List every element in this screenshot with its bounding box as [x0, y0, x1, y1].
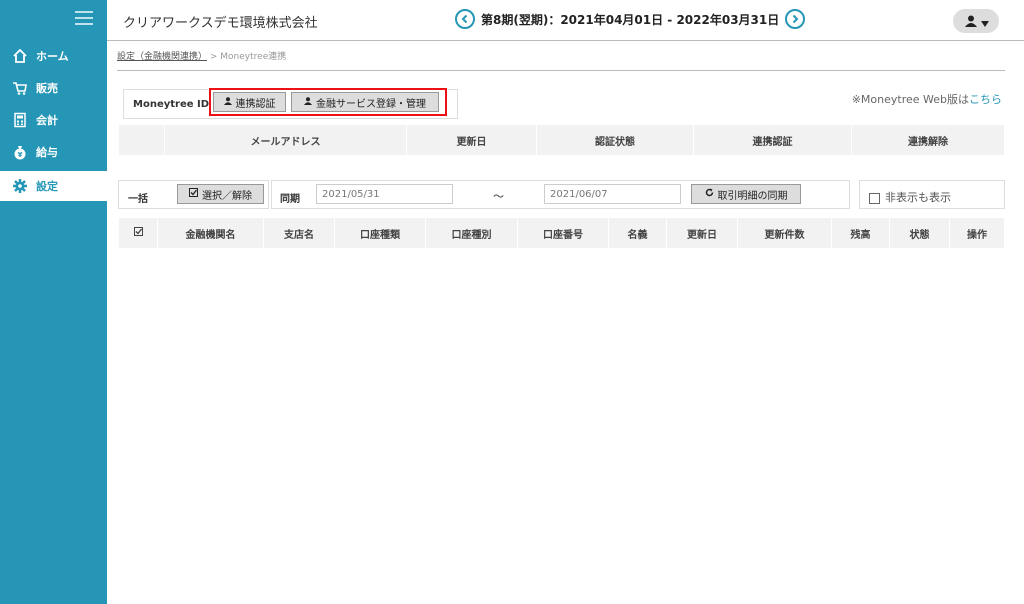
sync-transactions-button[interactable]: 取引明細の同期 [691, 184, 801, 204]
date-from-input[interactable]: 2021/05/31 [316, 184, 453, 204]
gear-icon [12, 178, 28, 194]
svg-text:¥: ¥ [18, 151, 23, 159]
breadcrumb-current: Moneytree連携 [220, 52, 287, 62]
account-table: メールアドレス 更新日 認証状態 連携認証 連携解除 [118, 124, 1005, 156]
moneytree-id-label: Moneytree ID [133, 99, 210, 110]
column-header: 口座種類 [334, 217, 426, 249]
column-header: 残高 [831, 217, 890, 249]
previous-period-icon[interactable] [455, 9, 475, 29]
column-header: 名義 [608, 217, 667, 249]
column-header: 操作 [949, 217, 1005, 249]
hamburger-menu-icon[interactable] [75, 11, 93, 25]
sidebar-item-label: 会計 [36, 114, 58, 127]
chevron-down-icon [980, 12, 989, 31]
column-header: 口座番号 [517, 217, 609, 249]
column-header: 更新日 [666, 217, 738, 249]
user-icon [223, 96, 232, 108]
user-icon [964, 12, 978, 31]
user-icon [304, 96, 312, 108]
column-header [118, 124, 165, 156]
link-auth-label: 連携認証 [235, 98, 276, 110]
column-header: 更新件数 [737, 217, 832, 249]
sidebar-item-label: 販売 [36, 82, 58, 95]
sidebar-item-home[interactable]: ホーム [0, 41, 107, 71]
bulk-label: 一括 [128, 194, 148, 205]
column-header: 更新日 [406, 124, 537, 156]
top-bar: クリアワークスデモ環境株式会社 第8期(翌期)：2021年04月01日 - 20… [107, 0, 1024, 41]
column-header: 認証状態 [536, 124, 694, 156]
fiscal-period-nav: 第8期(翌期)：2021年04月01日 - 2022年03月31日 [455, 9, 806, 29]
moneytree-web-note: ※Moneytree Web版はこちら [852, 91, 1002, 107]
breadcrumb-separator: > [207, 52, 221, 62]
next-period-icon[interactable] [785, 9, 806, 29]
column-header: 金融機関名 [157, 217, 264, 249]
column-header: 状態 [889, 217, 950, 249]
sidebar-item-label: 設定 [36, 180, 58, 193]
breadcrumb: 設定（金融機関連携） > Moneytree連携 [117, 49, 286, 62]
show-hidden-checkbox[interactable]: 非表示も表示 [869, 189, 951, 205]
web-note-text: ※Moneytree Web版は [851, 93, 969, 106]
checkbox-icon[interactable] [869, 192, 880, 204]
checkbox-icon [189, 188, 198, 200]
calculator-icon [12, 112, 28, 128]
column-header: メールアドレス [164, 124, 407, 156]
financial-service-manage-label: 金融サービス登録・管理 [316, 98, 426, 110]
show-hidden-cell[interactable]: 非表示も表示 [859, 180, 1005, 209]
select-all-checkbox[interactable] [118, 217, 158, 249]
select-toggle-label: 選択／解除 [202, 190, 252, 202]
cart-icon [12, 80, 28, 96]
moneytree-web-link[interactable]: こちら [969, 93, 1002, 106]
refresh-icon [705, 188, 714, 200]
select-toggle-button[interactable]: 選択／解除 [177, 184, 264, 204]
sync-transactions-label: 取引明細の同期 [717, 190, 788, 202]
divider [117, 70, 1005, 71]
sync-label: 同期 [280, 194, 300, 205]
home-icon [12, 48, 28, 64]
fiscal-period-label: 第8期(翌期)：2021年04月01日 - 2022年03月31日 [481, 12, 780, 27]
bank-account-table: 金融機関名 支店名 口座種類 口座種別 口座番号 名義 更新日 更新件数 残高 … [118, 217, 1005, 249]
date-range-tilde: ～ [493, 190, 504, 203]
table-header-row: 金融機関名 支店名 口座種類 口座種別 口座番号 名義 更新日 更新件数 残高 … [118, 217, 1005, 249]
financial-service-manage-button[interactable]: 金融サービス登録・管理 [291, 92, 439, 112]
sidebar-item-label: ホーム [36, 50, 69, 63]
column-header: 連携認証 [693, 124, 852, 156]
sidebar-item-label: 給与 [36, 146, 58, 159]
checkbox-icon [133, 227, 143, 236]
bulk-cell: 一括 選択／解除 [118, 180, 269, 209]
column-header: 連携解除 [851, 124, 1005, 156]
sync-cell: 同期 2021/05/31 ～ 2021/06/07 取引明細の同期 [271, 180, 850, 209]
filter-bar: 一括 選択／解除 同期 2021/05/31 ～ 2021/06/07 取引明細… [118, 180, 1005, 209]
date-to-input[interactable]: 2021/06/07 [544, 184, 681, 204]
breadcrumb-parent-link[interactable]: 設定（金融機関連携） [117, 52, 207, 62]
table-header-row: メールアドレス 更新日 認証状態 連携認証 連携解除 [118, 124, 1005, 156]
sidebar-item-accounting[interactable]: 会計 [0, 105, 107, 135]
sidebar: ホーム 販売 会計 ¥ 給与 設定 [0, 0, 107, 604]
user-menu-button[interactable] [953, 9, 999, 33]
sidebar-item-settings[interactable]: 設定 [0, 171, 107, 201]
show-hidden-label: 非表示も表示 [885, 191, 951, 204]
money-bag-icon: ¥ [12, 144, 28, 160]
column-header: 口座種別 [425, 217, 518, 249]
company-name: クリアワークスデモ環境株式会社 [123, 16, 318, 31]
sidebar-item-sales[interactable]: 販売 [0, 73, 107, 103]
sidebar-item-payroll[interactable]: ¥ 給与 [0, 137, 107, 167]
column-header: 支店名 [263, 217, 335, 249]
link-auth-button[interactable]: 連携認証 [213, 92, 286, 112]
